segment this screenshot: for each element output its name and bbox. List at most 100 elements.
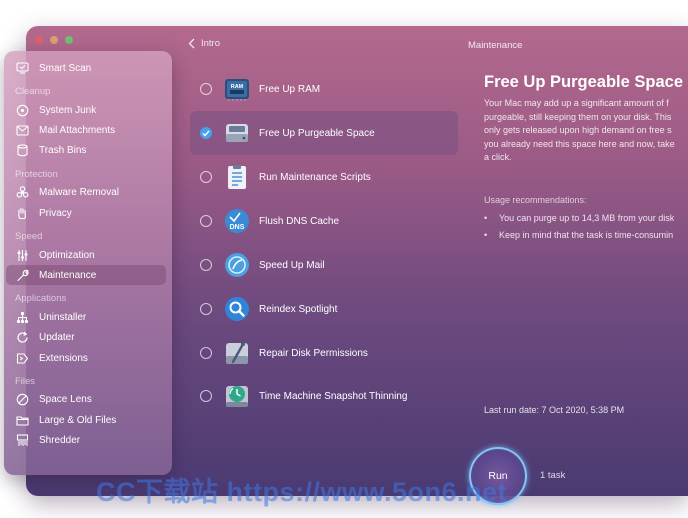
usage-item-text: You can purge up to 14,3 MB from your di… [499,213,675,223]
sidebar-item-extensions[interactable]: Extensions [6,348,166,368]
task-reindex-spotlight[interactable]: Reindex Spotlight [190,287,458,331]
sidebar-item-space-lens[interactable]: Space Lens [6,389,166,409]
usage-item: • Keep in mind that the task is time-cons… [484,230,688,240]
trash-icon [15,143,29,157]
task-checkbox[interactable] [200,171,212,183]
sidebar-item-label: Large & Old Files [39,414,117,426]
sidebar-item-label: System Junk [39,104,97,116]
sidebar-item-uninstaller[interactable]: Uninstaller [6,307,166,327]
sidebar-heading-protection: Protection [15,169,58,180]
ram-chip-icon: RAM [224,76,250,102]
bullet: • [484,230,488,240]
bullet: • [484,213,488,223]
sidebar-item-system-junk[interactable]: System Junk [6,100,166,120]
task-checkbox[interactable] [200,215,212,227]
dns-icon: DNS [224,208,250,234]
watermark: CC下载站 https://www.5on6.net [96,477,507,507]
sidebar-heading-applications: Applications [15,293,67,304]
sidebar-item-label: Smart Scan [39,62,92,74]
mail-stamp-icon [224,252,250,278]
task-checkbox-checked[interactable] [200,127,212,139]
description-line: Your Mac may add up a significant amount… [484,98,669,108]
sidebar-heading-speed: Speed [15,231,43,242]
task-checkbox[interactable] [200,259,212,271]
task-checkbox[interactable] [200,390,212,402]
sidebar-item-trash-bins[interactable]: Trash Bins [6,140,166,160]
folder-icon [15,413,29,427]
task-label: Free Up RAM [259,83,321,95]
back-button[interactable]: Intro [188,38,220,49]
wrench-icon [15,268,29,282]
task-free-up-ram[interactable]: RAM Free Up RAM [190,67,458,111]
task-label: Flush DNS Cache [259,215,340,227]
sidebar-item-smart-scan[interactable]: Smart Scan [6,58,166,78]
svg-text:RAM: RAM [231,84,244,90]
section-title: Maintenance [468,40,523,51]
clipboard-icon [224,164,250,190]
sidebar-heading-cleanup: Cleanup [15,86,51,97]
sidebar-item-label: Uninstaller [39,311,87,323]
close-window-button[interactable] [35,36,43,44]
task-checkbox[interactable] [200,303,212,315]
description-line: only gets released upon high demand on f… [484,125,672,136]
chevron-left-icon [188,38,195,49]
sidebar-item-updater[interactable]: Updater [6,327,166,347]
task-time-machine-snapshot-thinning[interactable]: Time Machine Snapshot Thinning [190,374,458,418]
description-line: you already need this space here and now… [484,138,675,149]
sidebar-item-label: Shredder [39,434,81,446]
sidebar-item-malware-removal[interactable]: Malware Removal [6,182,166,202]
monitor-icon [15,61,29,75]
checkmark-icon [202,130,210,137]
task-speed-up-mail[interactable]: Speed Up Mail [190,243,458,287]
sidebar-item-label: Maintenance [39,269,97,281]
hand-icon [15,206,29,220]
sidebar-item-privacy[interactable]: Privacy [6,203,166,223]
sidebar-item-label: Mail Attachments [39,124,116,136]
sidebar-item-label: Extensions [39,352,88,364]
sidebar-item-label: Malware Removal [39,186,120,198]
task-run-maintenance-scripts[interactable]: Run Maintenance Scripts [190,155,458,199]
task-checkbox[interactable] [200,83,212,95]
usage-heading: Usage recommendations: [484,195,587,205]
time-machine-icon [224,383,250,409]
biohazard-icon [15,185,29,199]
task-label: Speed Up Mail [259,259,325,271]
zoom-window-button[interactable] [65,36,73,44]
task-free-up-purgeable-space[interactable]: Free Up Purgeable Space [190,111,458,155]
task-label: Reindex Spotlight [259,303,338,315]
svg-text:DNS: DNS [230,224,245,231]
task-label: Repair Disk Permissions [259,347,368,359]
usage-item-text: Keep in mind that the task is time-consu… [499,230,674,240]
extensions-icon [15,351,29,365]
sidebar-heading-files: Files [15,376,36,387]
sidebar-item-label: Trash Bins [39,144,87,156]
network-icon [15,310,29,324]
description-line: a click. [484,152,512,163]
disk-permissions-icon [224,340,250,366]
sidebar-item-mail-attachments[interactable]: Mail Attachments [6,120,166,140]
task-checkbox[interactable] [200,347,212,359]
detail-description: Your Mac may add up a significant amount… [484,97,688,165]
task-label: Run Maintenance Scripts [259,171,371,183]
sidebar-item-maintenance[interactable]: Maintenance [6,265,166,285]
task-count: 1 task [540,470,566,481]
back-label: Intro [201,38,221,49]
task-flush-dns-cache[interactable]: DNS Flush DNS Cache [190,199,458,243]
minimize-window-button[interactable] [50,36,58,44]
last-run-date: Last run date: 7 Oct 2020, 5:38 PM [484,405,625,415]
detail-title: Free Up Purgeable Space [484,73,683,91]
description-line: purgeable, still keeping them on your di… [484,111,672,122]
sidebar-item-label: Optimization [39,249,95,261]
refresh-icon [15,330,29,344]
sidebar-item-large-old-files[interactable]: Large & Old Files [6,410,166,430]
task-repair-disk-permissions[interactable]: Repair Disk Permissions [190,331,458,375]
spotlight-icon [224,296,250,322]
sidebar-item-label: Updater [39,331,75,343]
sidebar-item-label: Space Lens [39,393,92,405]
sidebar-item-shredder[interactable]: Shredder [6,430,166,450]
task-label: Time Machine Snapshot Thinning [259,390,408,402]
sidebar-item-optimization[interactable]: Optimization [6,245,166,265]
usage-item: • You can purge up to 14,3 MB from your d… [484,213,688,223]
disk-icon [15,103,29,117]
envelope-icon [15,123,29,137]
